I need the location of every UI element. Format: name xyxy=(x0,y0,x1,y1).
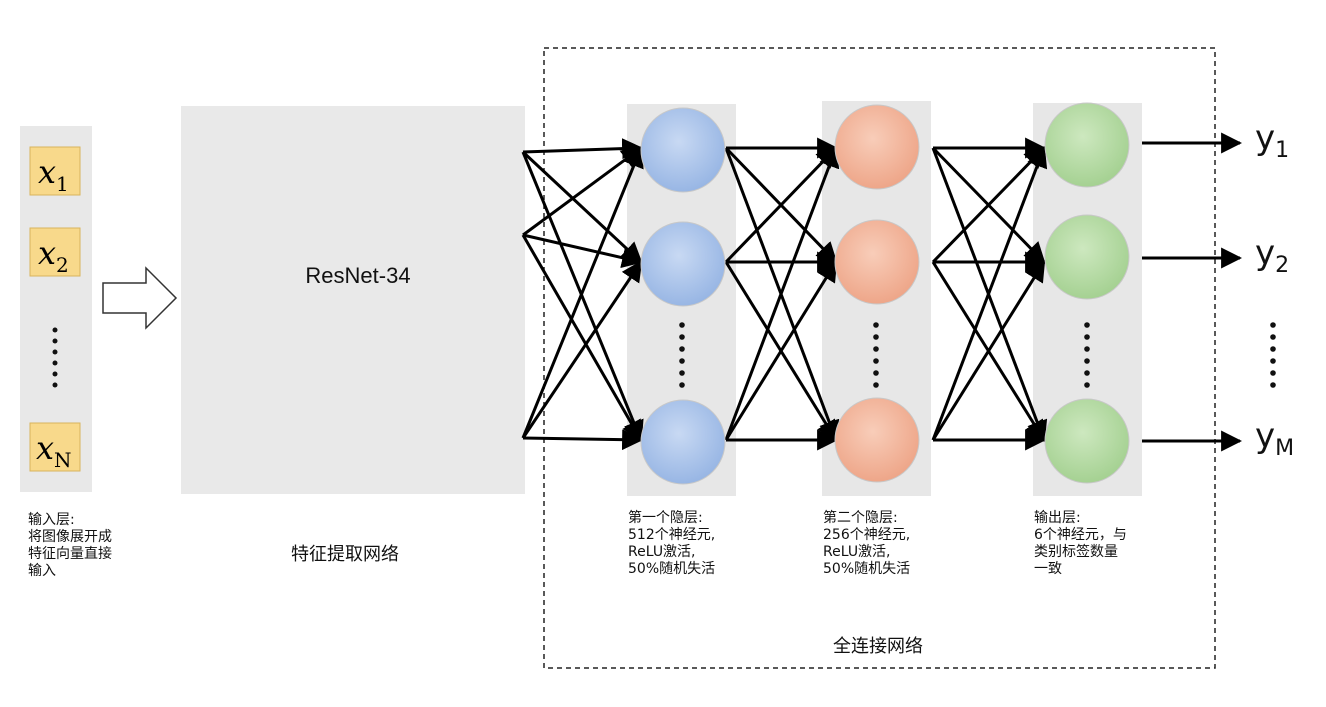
network-diagram: x1 x2 xN ResNet-34 xyxy=(20,47,1276,669)
neuron xyxy=(1044,102,1130,188)
output-ym: yM xyxy=(1255,416,1295,461)
connections-feature-to-layer1 xyxy=(521,138,644,451)
layer3-caption: 输出层: 6个神经元，与 类别标签数量 一致 xyxy=(1034,510,1127,577)
output-ellipsis xyxy=(1270,322,1276,388)
neuron xyxy=(1044,398,1130,484)
neuron xyxy=(834,104,920,190)
input-caption: 输入层: 将图像展开成 特征向量直接 输入 xyxy=(28,512,112,579)
layer1-caption: 第一个隐层: 512个神经元, ReLU激活, 50%随机失活 xyxy=(628,510,716,577)
neuron xyxy=(640,107,726,193)
output-y1: y1 xyxy=(1255,118,1290,163)
feature-caption: 特征提取网络 xyxy=(291,544,399,565)
connections-layer1-to-layer2 xyxy=(724,137,840,451)
feature-extractor-label: ResNet-34 xyxy=(305,263,410,288)
feature-extractor-box xyxy=(181,106,525,494)
neuron xyxy=(640,399,726,485)
neuron xyxy=(834,219,920,305)
layer2-caption: 第二个隐层: 256个神经元, ReLU激活, 50%随机失活 xyxy=(823,510,911,577)
output-y2: y2 xyxy=(1255,233,1290,278)
neuron xyxy=(834,397,920,483)
output-arrows xyxy=(1142,132,1243,452)
neuron xyxy=(1044,214,1130,300)
neuron xyxy=(640,221,726,307)
fc-caption: 全连接网络 xyxy=(833,636,923,657)
connections-layer2-to-layer3 xyxy=(931,137,1048,451)
hollow-arrow-icon xyxy=(102,266,178,330)
